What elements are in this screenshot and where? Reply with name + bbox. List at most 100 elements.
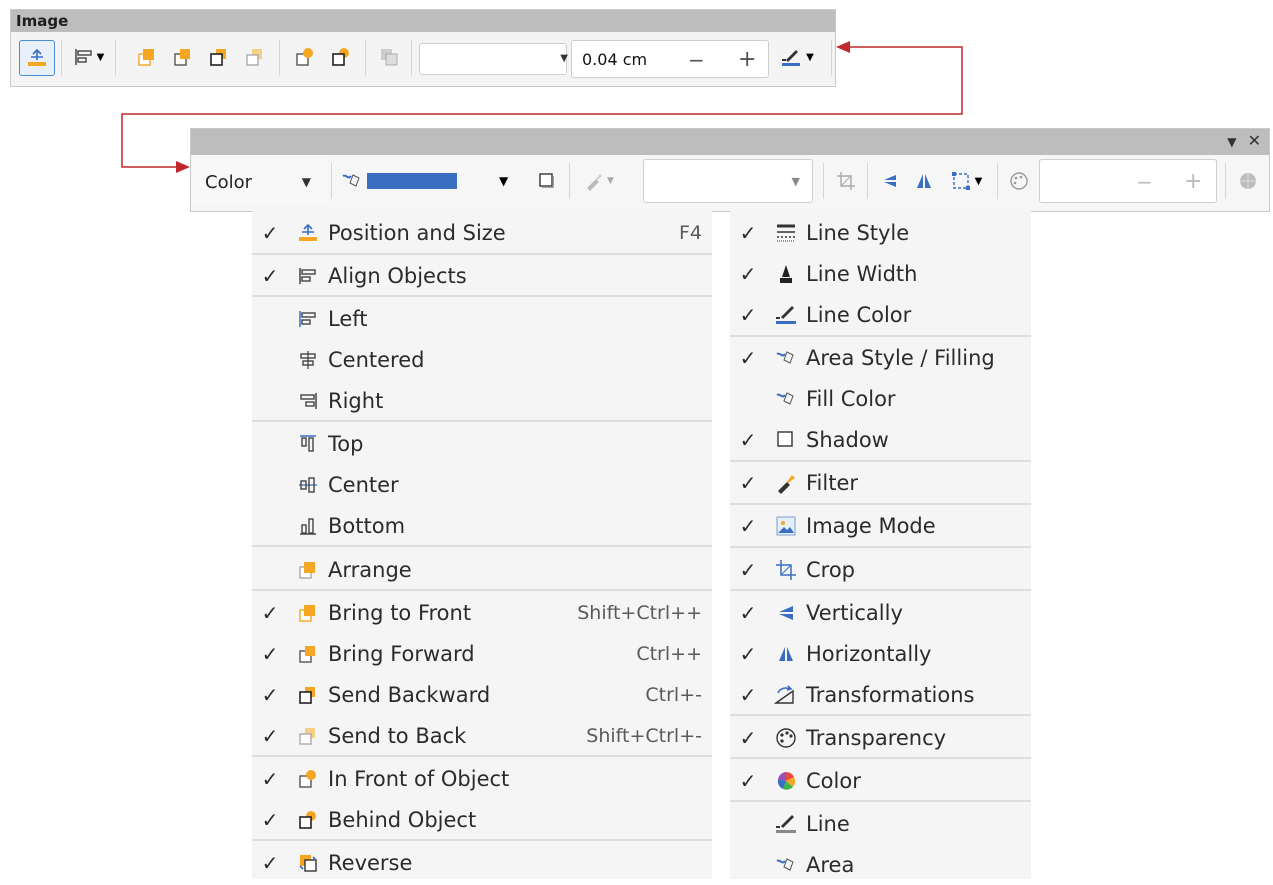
- align-top-icon: [288, 434, 328, 454]
- position-size-icon: [288, 222, 328, 244]
- menu-item-label: Reverse: [328, 850, 413, 875]
- menu-item-reverse[interactable]: ✓ Reverse: [252, 842, 712, 883]
- menu-item-horizontally[interactable]: ✓ Horizontally: [730, 633, 1031, 674]
- menu-item-label: Vertically: [806, 600, 903, 625]
- fill-color-icon: [766, 390, 806, 408]
- checkmark-icon: ✓: [739, 470, 757, 495]
- menu-item-line-width[interactable]: ✓ Line Width: [730, 253, 1031, 294]
- menu-item-label: Line: [806, 811, 850, 836]
- menu-separator: [730, 546, 1031, 548]
- checkmark-icon: ✓: [739, 641, 757, 666]
- menu-separator: [730, 503, 1031, 505]
- menu-item-bring-forward[interactable]: ✓ Bring Forward Ctrl++: [252, 633, 712, 674]
- menu-item-right[interactable]: Right: [252, 380, 712, 421]
- menu-item-send-to-back[interactable]: ✓ Send to Back Shift+Ctrl+-: [252, 715, 712, 756]
- menu-separator: [730, 757, 1031, 759]
- checkmark-icon: ✓: [739, 725, 757, 750]
- menu-item-label: Send to Back: [328, 723, 467, 748]
- menu-item-label: Area Style / Filling: [806, 345, 995, 370]
- menu-item-label: Position and Size: [328, 220, 506, 245]
- menu-item-filter[interactable]: ✓ Filter: [730, 462, 1031, 503]
- arrange-icon: [288, 559, 328, 581]
- menu-item-label: Area: [806, 852, 855, 877]
- menu-item-transparency[interactable]: ✓ Transparency: [730, 717, 1031, 758]
- menu-separator: [252, 295, 712, 297]
- menu-item-bottom[interactable]: Bottom: [252, 505, 712, 546]
- toolbar-customize-menu-right: ✓ Line Style ✓ Line Width ✓ Line Color ✓ Area S…: [730, 211, 1031, 879]
- crop-icon: [766, 559, 806, 581]
- menu-item-in-front-of-object[interactable]: ✓ In Front of Object: [252, 758, 712, 799]
- checkmark-icon: ✓: [261, 682, 279, 707]
- menu-item-label: Color: [806, 768, 861, 793]
- shortcut-label: Ctrl++: [636, 642, 702, 665]
- menu-item-label: Top: [328, 431, 364, 456]
- menu-item-line-color[interactable]: ✓ Line Color: [730, 294, 1031, 335]
- menu-item-vertically[interactable]: ✓ Vertically: [730, 592, 1031, 633]
- checkmark-icon: ✓: [739, 220, 757, 245]
- menu-item-align-objects[interactable]: ✓ Align Objects: [252, 255, 712, 296]
- menu-item-label: Line Style: [806, 220, 910, 245]
- checkmark-icon: ✓: [739, 261, 757, 286]
- menu-separator: [730, 589, 1031, 591]
- menu-item-behind-object[interactable]: ✓ Behind Object: [252, 799, 712, 840]
- area-icon: [766, 856, 806, 874]
- menu-item-shadow[interactable]: ✓ Shadow: [730, 419, 1031, 460]
- menu-item-label: Behind Object: [328, 807, 477, 832]
- bring-to-front-icon: [288, 602, 328, 624]
- menu-item-center[interactable]: Center: [252, 464, 712, 505]
- menu-item-label: Bottom: [328, 513, 406, 538]
- shortcut-label: Ctrl+-: [645, 683, 702, 706]
- align-objects-icon: [288, 266, 328, 286]
- menu-item-top[interactable]: Top: [252, 423, 712, 464]
- menu-item-line-style[interactable]: ✓ Line Style: [730, 212, 1031, 253]
- checkmark-icon: ✓: [739, 600, 757, 625]
- line-icon: [766, 813, 806, 835]
- menu-item-label: Transformations: [806, 682, 975, 707]
- line-width-icon: [766, 263, 806, 285]
- checkmark-icon: ✓: [261, 850, 279, 875]
- menu-item-transformations[interactable]: ✓ Transformations: [730, 674, 1031, 715]
- area-style-icon: [766, 349, 806, 367]
- menu-separator: [730, 335, 1031, 337]
- menu-separator: [252, 253, 712, 255]
- flip-horizontally-icon: [766, 644, 806, 664]
- checkmark-icon: ✓: [739, 557, 757, 582]
- transparency-icon: [766, 727, 806, 749]
- menu-item-centered[interactable]: Centered: [252, 339, 712, 380]
- menu-item-crop[interactable]: ✓ Crop: [730, 549, 1031, 590]
- menu-item-position-and-size[interactable]: ✓ Position and Size F4: [252, 212, 712, 253]
- menu-item-left[interactable]: Left: [252, 298, 712, 339]
- flip-vertically-icon: [766, 603, 806, 623]
- align-bottom-icon: [288, 516, 328, 536]
- bring-forward-icon: [288, 643, 328, 665]
- menu-item-line[interactable]: Line: [730, 803, 1031, 844]
- menu-item-area-style-filling[interactable]: ✓ Area Style / Filling: [730, 337, 1031, 378]
- line-color-icon: [766, 304, 806, 326]
- menu-separator: [730, 460, 1031, 462]
- menu-item-image-mode[interactable]: ✓ Image Mode: [730, 505, 1031, 546]
- shadow-icon: [766, 430, 806, 450]
- checkmark-icon: ✓: [739, 345, 757, 370]
- shortcut-label: F4: [678, 221, 702, 244]
- checkmark-icon: ✓: [261, 723, 279, 748]
- menu-separator: [252, 420, 712, 422]
- filter-icon: [766, 472, 806, 494]
- transformations-icon: [766, 683, 806, 707]
- align-centered-icon: [288, 350, 328, 370]
- behind-object-icon: [288, 809, 328, 831]
- menu-separator: [730, 800, 1031, 802]
- menu-item-send-backward[interactable]: ✓ Send Backward Ctrl+-: [252, 674, 712, 715]
- menu-item-fill-color[interactable]: Fill Color: [730, 378, 1031, 419]
- menu-item-label: Crop: [806, 557, 856, 582]
- menu-item-bring-to-front[interactable]: ✓ Bring to Front Shift+Ctrl++: [252, 592, 712, 633]
- menu-item-label: Right: [328, 388, 384, 413]
- toolbar-customize-menu-left: ✓ Position and Size F4 ✓ Align Objects Left Ce…: [252, 211, 712, 879]
- checkmark-icon: ✓: [261, 807, 279, 832]
- menu-item-color[interactable]: ✓ Color: [730, 760, 1031, 801]
- image-mode-icon: [766, 515, 806, 537]
- align-center-icon: [288, 475, 328, 495]
- menu-item-label: Align Objects: [328, 263, 467, 288]
- align-left-icon: [288, 309, 328, 329]
- menu-item-label: Line Color: [806, 302, 912, 327]
- menu-item-arrange[interactable]: Arrange: [252, 549, 712, 590]
